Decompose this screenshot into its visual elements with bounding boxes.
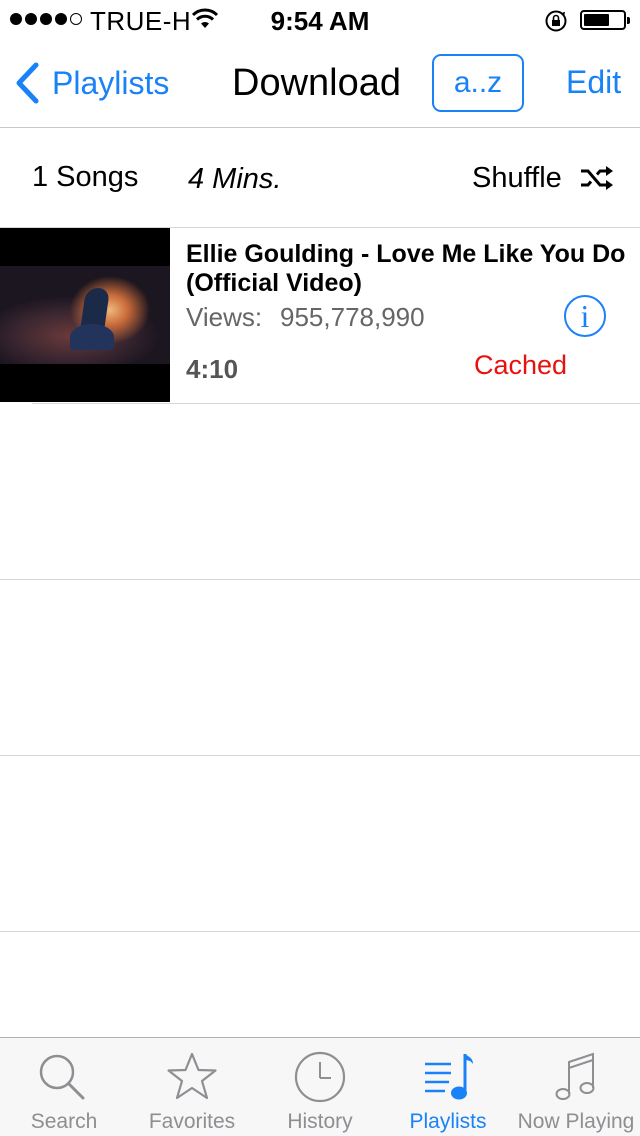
sort-button[interactable]: a..z	[432, 54, 524, 112]
page-title: Download	[232, 62, 401, 104]
views-label: Views:	[186, 302, 263, 332]
clock-icon	[294, 1051, 346, 1103]
tab-now-playing[interactable]: Now Playing	[512, 1038, 640, 1136]
tab-playlists-label: Playlists	[409, 1110, 487, 1133]
magnifier-icon	[39, 1054, 85, 1100]
music-note-icon	[555, 1052, 595, 1100]
back-button-label: Playlists	[52, 64, 170, 101]
star-icon	[167, 1052, 217, 1100]
tab-search[interactable]: Search	[0, 1038, 128, 1136]
battery-icon	[580, 10, 630, 30]
info-icon[interactable]: i	[564, 295, 606, 337]
playlist-icon	[425, 1054, 473, 1100]
shuffle-icon[interactable]	[580, 166, 614, 190]
song-count: 1 Songs	[32, 161, 139, 193]
tab-favorites-label: Favorites	[148, 1110, 236, 1133]
song-duration: 4:10	[186, 354, 239, 384]
tab-search-label: Search	[30, 1110, 98, 1133]
song-row[interactable]: Ellie Goulding - Love Me Like You Do (Of…	[0, 228, 640, 404]
tab-history-label: History	[287, 1110, 353, 1133]
song-title: Ellie Goulding - Love Me Like You Do (Of…	[186, 240, 626, 297]
cache-status: Cached	[474, 350, 568, 380]
playlist-summary: 1 Songs 4 Mins. Shuffle	[0, 128, 640, 228]
total-duration: 4 Mins.	[188, 163, 282, 195]
row-divider	[0, 931, 640, 932]
tab-favorites[interactable]: Favorites	[128, 1038, 256, 1136]
tab-playlists[interactable]: Playlists	[384, 1038, 512, 1136]
row-divider	[0, 755, 640, 756]
shuffle-button[interactable]: Shuffle	[472, 162, 562, 195]
rotation-lock-icon	[545, 10, 567, 32]
status-bar: TRUE-H 9:54 AM	[0, 0, 640, 40]
row-divider	[32, 403, 640, 404]
video-thumbnail	[0, 228, 170, 402]
tab-now-playing-label: Now Playing	[517, 1110, 635, 1133]
chevron-left-icon	[16, 62, 39, 104]
navigation-bar: Playlists Download a..z Edit	[0, 40, 640, 128]
back-button[interactable]: Playlists	[14, 62, 169, 104]
tab-history[interactable]: History	[256, 1038, 384, 1136]
views-count: 955,778,990	[280, 302, 425, 332]
edit-button[interactable]: Edit	[566, 64, 621, 101]
row-divider	[0, 579, 640, 580]
tab-bar: Search Favorites History Playlists Now P…	[0, 1037, 640, 1136]
